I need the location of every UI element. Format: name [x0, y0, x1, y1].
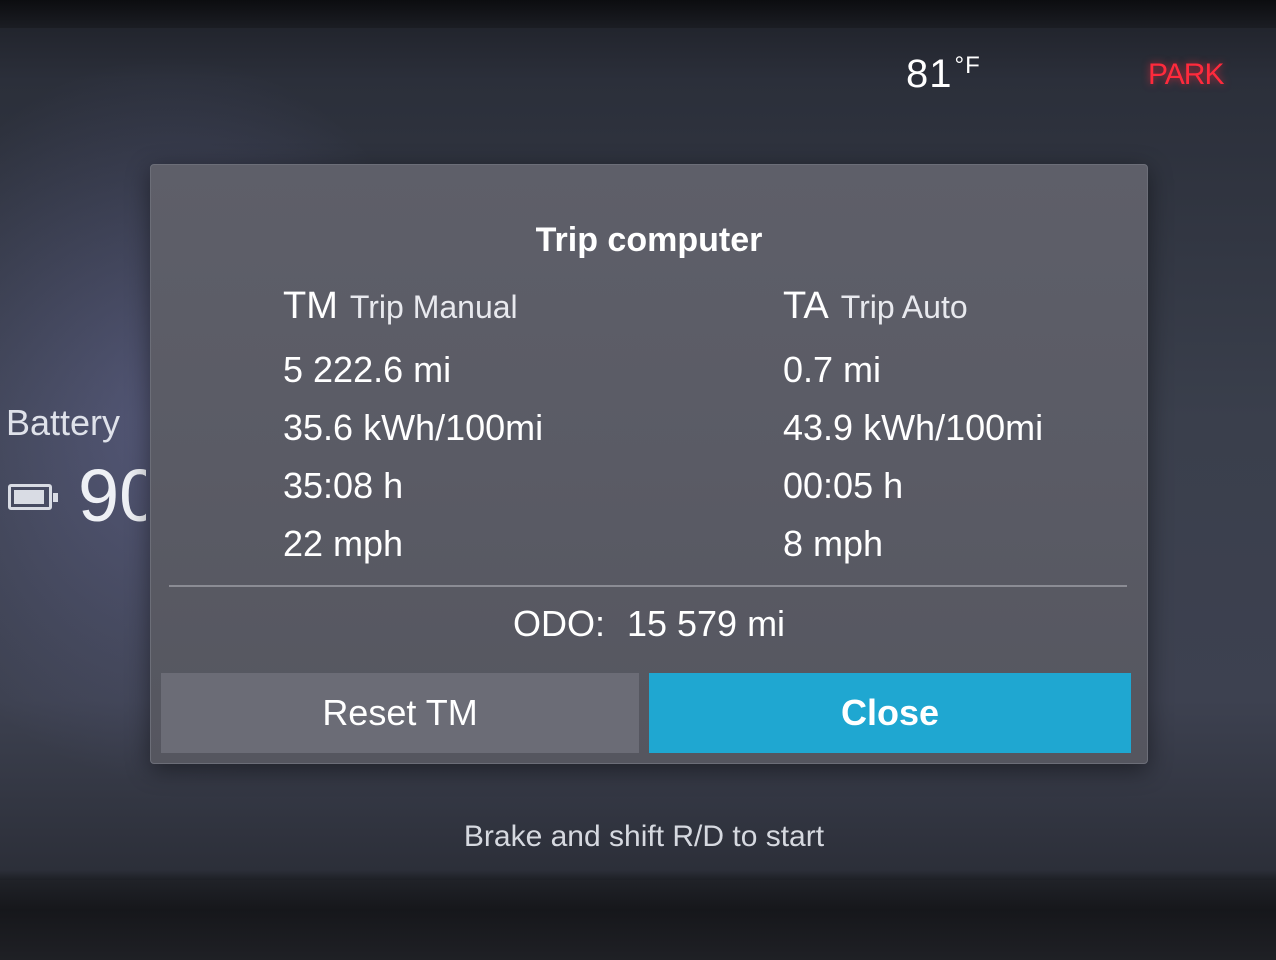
- trip-manual-time: 35:08 h: [283, 465, 404, 506]
- start-hint: Brake and shift R/D to start: [463, 820, 825, 853]
- temperature-unit: °F: [954, 52, 981, 79]
- trip-auto-column: TA Trip Auto 0.7 mi 43.9 kWh/100mi 00:05 …: [783, 285, 1203, 573]
- trip-manual-abbr: TM: [283, 285, 338, 327]
- gear-indicator: PARK: [1148, 58, 1224, 91]
- trip-computer-dialog: Trip computer TM Trip Manual 5 222.6 mi 3…: [150, 164, 1148, 764]
- trip-auto-speed: 8 mph: [783, 523, 884, 564]
- display-screen: 81°F PARK Battery 90 Trip computer TM Tri…: [0, 0, 1276, 960]
- odometer-label: ODO:: [512, 603, 605, 644]
- display-bezel-top: [0, 0, 1276, 28]
- odometer-value: 15 579 mi: [626, 603, 786, 644]
- trip-auto-abbr: TA: [783, 285, 829, 327]
- close-button[interactable]: Close: [649, 673, 1131, 753]
- reset-tm-button[interactable]: Reset TM: [161, 673, 639, 753]
- odometer: ODO: 15 579 mi: [151, 603, 1147, 645]
- trip-auto-header: TA Trip Auto: [783, 285, 1203, 341]
- trip-auto-name: Trip Auto: [840, 289, 968, 325]
- outside-temperature: 81°F: [906, 52, 981, 97]
- dialog-title: Trip computer: [535, 221, 763, 259]
- trip-manual-speed: 22 mph: [283, 523, 404, 564]
- trip-manual-name: Trip Manual: [349, 289, 518, 325]
- battery-level: 90: [78, 456, 146, 536]
- trip-manual-consumption: 35.6 kWh/100mi: [283, 407, 544, 448]
- display-bezel-bottom: [0, 880, 1276, 960]
- trip-auto-consumption: 43.9 kWh/100mi: [783, 407, 1044, 448]
- battery-label: Battery: [6, 402, 121, 443]
- battery-icon: [8, 484, 58, 510]
- divider: [169, 585, 1127, 587]
- trip-auto-time: 00:05 h: [783, 465, 904, 506]
- trip-manual-header: TM Trip Manual: [283, 285, 703, 341]
- temperature-value: 81: [906, 52, 953, 96]
- trip-auto-distance: 0.7 mi: [783, 349, 882, 390]
- trip-manual-distance: 5 222.6 mi: [283, 349, 452, 390]
- trip-manual-column: TM Trip Manual 5 222.6 mi 35.6 kWh/100mi …: [283, 285, 703, 573]
